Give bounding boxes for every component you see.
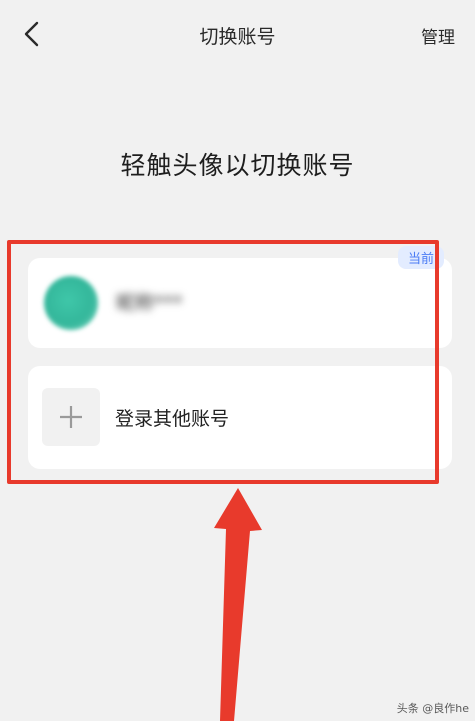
account-card[interactable]: 当前 昵称*** — [28, 246, 452, 348]
switch-account-screen: 切换账号 管理 轻触头像以切换账号 当前 昵称*** 登录其他账号 头条 @良作… — [0, 0, 475, 721]
nav-bar: 切换账号 管理 — [0, 0, 475, 70]
page-title: 切换账号 — [199, 26, 276, 48]
manage-button[interactable]: 管理 — [421, 23, 455, 48]
current-badge: 当前 — [397, 246, 444, 269]
account-name: 昵称*** — [116, 292, 183, 314]
switch-hint-text: 轻触头像以切换账号 — [120, 151, 355, 180]
add-account-label: 登录其他账号 — [115, 408, 230, 430]
avatar[interactable] — [44, 276, 98, 330]
plus-icon — [60, 406, 82, 428]
add-account-button[interactable]: 登录其他账号 — [28, 366, 452, 469]
add-account-icon-box — [42, 388, 100, 446]
watermark: 头条 @良作he — [396, 702, 469, 715]
pointer-arrow — [214, 488, 262, 721]
